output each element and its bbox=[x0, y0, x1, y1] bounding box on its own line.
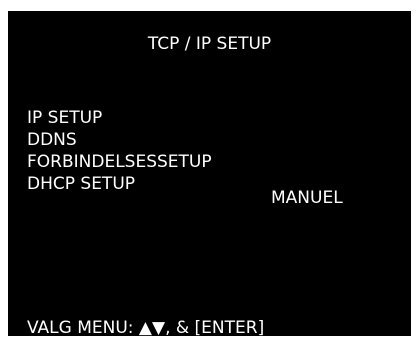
menu-list: IP SETUP DDNS FORBINDELSESSETUP DHCP SET… bbox=[27, 107, 212, 195]
menu-item-connection-setup[interactable]: FORBINDELSESSETUP bbox=[27, 151, 212, 173]
dhcp-setup-value[interactable]: MANUEL bbox=[271, 187, 343, 209]
menu-item-ddns[interactable]: DDNS bbox=[27, 129, 212, 151]
osd-screen: TCP / IP SETUP IP SETUP DDNS FORBINDELSE… bbox=[8, 11, 411, 338]
page-title: TCP / IP SETUP bbox=[147, 34, 272, 54]
footer-instructions: VALG MENU: ▲▼, & [ENTER] bbox=[27, 318, 265, 338]
menu-item-dhcp-setup[interactable]: DHCP SETUP bbox=[27, 173, 212, 195]
menu-item-ip-setup[interactable]: IP SETUP bbox=[27, 107, 212, 129]
